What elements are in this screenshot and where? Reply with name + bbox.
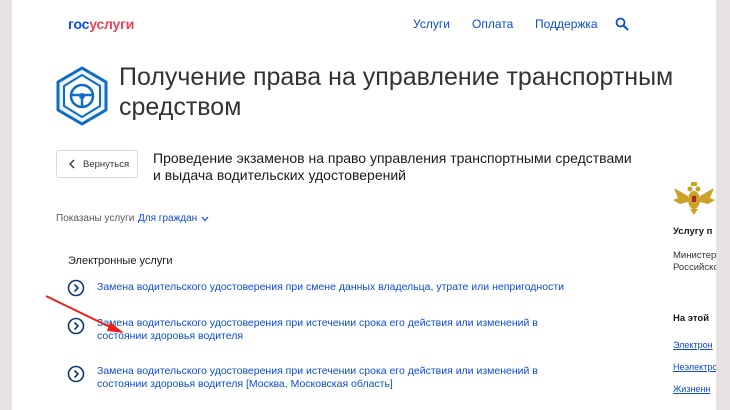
logo-part-uslugi: услуги: [89, 16, 135, 32]
service-link-text[interactable]: Замена водительского удостоверения при с…: [97, 281, 577, 294]
nav-payment[interactable]: Оплата: [472, 17, 513, 31]
search-icon[interactable]: [615, 17, 629, 31]
steering-wheel-icon: [56, 66, 108, 126]
section-title-electronic: Электронные услуги: [68, 255, 173, 267]
anchor-link-non-electronic[interactable]: Неэлектро: [673, 362, 716, 372]
audience-dropdown[interactable]: Для граждан: [138, 213, 209, 224]
page-title: Получение права на управление транспортн…: [119, 63, 674, 121]
logo-part-gos: гос: [68, 16, 90, 32]
chevron-down-icon: [201, 216, 209, 221]
provider-line-1: Министер: [673, 250, 716, 261]
gosuslugi-logo[interactable]: госуслуги: [68, 16, 134, 32]
back-button[interactable]: Вернуться: [56, 150, 138, 178]
chevron-left-icon: [69, 159, 75, 169]
service-link-text[interactable]: Замена водительского удостоверения при и…: [97, 365, 577, 391]
circle-chevron-right-icon: [67, 317, 85, 335]
header: госуслуги Услуги Оплата Поддержка: [12, 0, 716, 50]
page: госуслуги Услуги Оплата Поддержка Получе…: [12, 0, 716, 410]
anchor-link-life-situations[interactable]: Жизненн: [673, 384, 710, 394]
service-link-text[interactable]: Замена водительского удостоверения при и…: [97, 317, 577, 343]
eagle-emblem-icon: [673, 182, 715, 215]
audience-dropdown-value: Для граждан: [138, 213, 198, 224]
provider-heading: Услугу п: [673, 226, 713, 237]
provider-line-2: Российско: [673, 262, 716, 273]
nav-services[interactable]: Услуги: [413, 17, 450, 31]
anchor-link-electronic[interactable]: Электрон: [673, 340, 713, 350]
service-subtitle: Проведение экзаменов на право управления…: [153, 150, 632, 183]
circle-chevron-right-icon: [67, 279, 85, 297]
nav-support[interactable]: Поддержка: [535, 17, 598, 31]
back-button-label: Вернуться: [83, 158, 130, 170]
circle-chevron-right-icon: [67, 365, 85, 383]
on-this-page-heading: На этой: [673, 313, 710, 324]
filter-label: Показаны услуги: [56, 213, 135, 224]
